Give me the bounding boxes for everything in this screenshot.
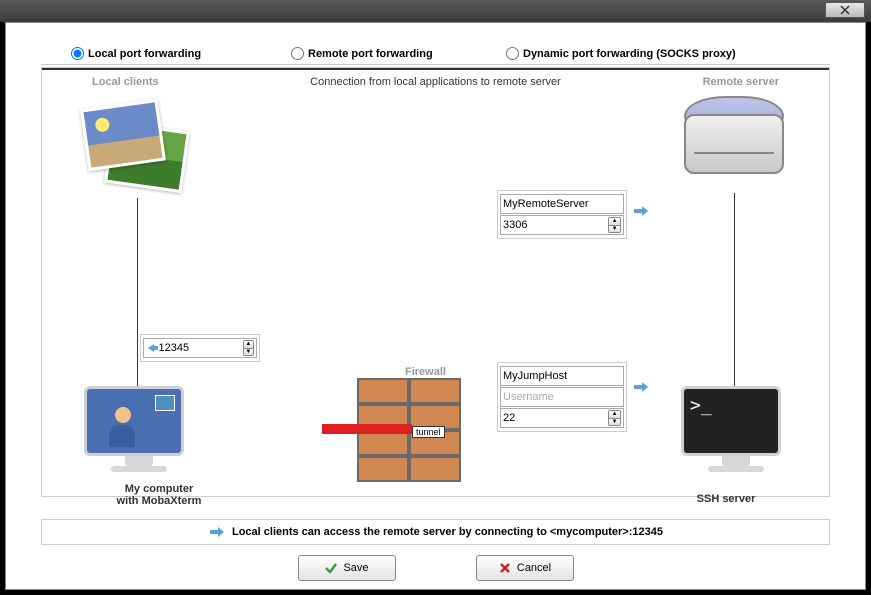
check-icon [324, 561, 338, 575]
radio-remote-input[interactable] [291, 47, 304, 60]
label-my-computer: My computerwith MobaXterm [104, 483, 214, 507]
cancel-button[interactable]: Cancel [476, 555, 574, 581]
ssh-server-icon: >_ [681, 386, 791, 481]
jump-host-input[interactable] [503, 370, 621, 382]
close-button[interactable] [825, 2, 865, 18]
line-tunnel [42, 68, 829, 70]
arrow-right-icon [632, 204, 650, 218]
label-local-clients: Local clients [92, 76, 159, 88]
radio-dynamic-label: Dynamic port forwarding (SOCKS proxy) [523, 48, 736, 60]
save-button[interactable]: Save [298, 555, 396, 581]
forwarding-type-radios: Local port forwarding Remote port forwar… [41, 43, 830, 65]
local-clients-icon [78, 96, 198, 206]
diagram-subtitle: Connection from local applications to re… [310, 76, 561, 88]
help-bar: Local clients can access the remote serv… [41, 519, 830, 545]
local-port-spinner[interactable]: ▲▼ [243, 340, 254, 356]
ssh-jump-group: ▲▼ [497, 362, 627, 432]
line-remote-vertical [734, 193, 735, 388]
jump-user-input[interactable] [503, 391, 621, 403]
remote-host-input[interactable] [503, 198, 621, 210]
tunnel-red-segment [322, 424, 412, 434]
dialog-window: Local port forwarding Remote port forwar… [5, 22, 866, 590]
jump-port-spinner[interactable]: ▲▼ [608, 410, 621, 426]
diagram: Connection from local applications to re… [41, 67, 830, 497]
label-firewall: Firewall [405, 366, 446, 378]
line-local-vertical [137, 198, 138, 386]
radio-remote-label: Remote port forwarding [308, 48, 433, 60]
remote-port-input[interactable] [503, 219, 608, 231]
remote-server-icon [676, 96, 791, 196]
radio-local-input[interactable] [71, 47, 84, 60]
remote-port-spinner[interactable]: ▲▼ [608, 217, 621, 233]
arrow-left-icon [146, 342, 158, 354]
label-remote-server: Remote server [703, 76, 779, 88]
arrow-right-icon [208, 525, 226, 539]
close-icon [840, 5, 850, 15]
local-port-input[interactable] [158, 342, 242, 354]
help-text: Local clients can access the remote serv… [232, 526, 663, 538]
save-label: Save [343, 562, 368, 574]
radio-local-forwarding[interactable]: Local port forwarding [71, 47, 291, 60]
radio-remote-forwarding[interactable]: Remote port forwarding [291, 47, 506, 60]
jump-port-input[interactable] [503, 412, 608, 424]
local-port-group: ▲▼ [140, 334, 260, 362]
cross-icon [498, 561, 512, 575]
arrow-right-icon [632, 380, 650, 394]
label-ssh-server: SSH server [671, 493, 781, 505]
remote-server-group: ▲▼ [497, 190, 627, 239]
radio-dynamic-input[interactable] [506, 47, 519, 60]
label-tunnel: tunnel [412, 426, 445, 438]
radio-local-label: Local port forwarding [88, 48, 201, 60]
my-computer-icon [84, 386, 194, 481]
radio-dynamic-forwarding[interactable]: Dynamic port forwarding (SOCKS proxy) [506, 47, 736, 60]
cancel-label: Cancel [517, 562, 551, 574]
